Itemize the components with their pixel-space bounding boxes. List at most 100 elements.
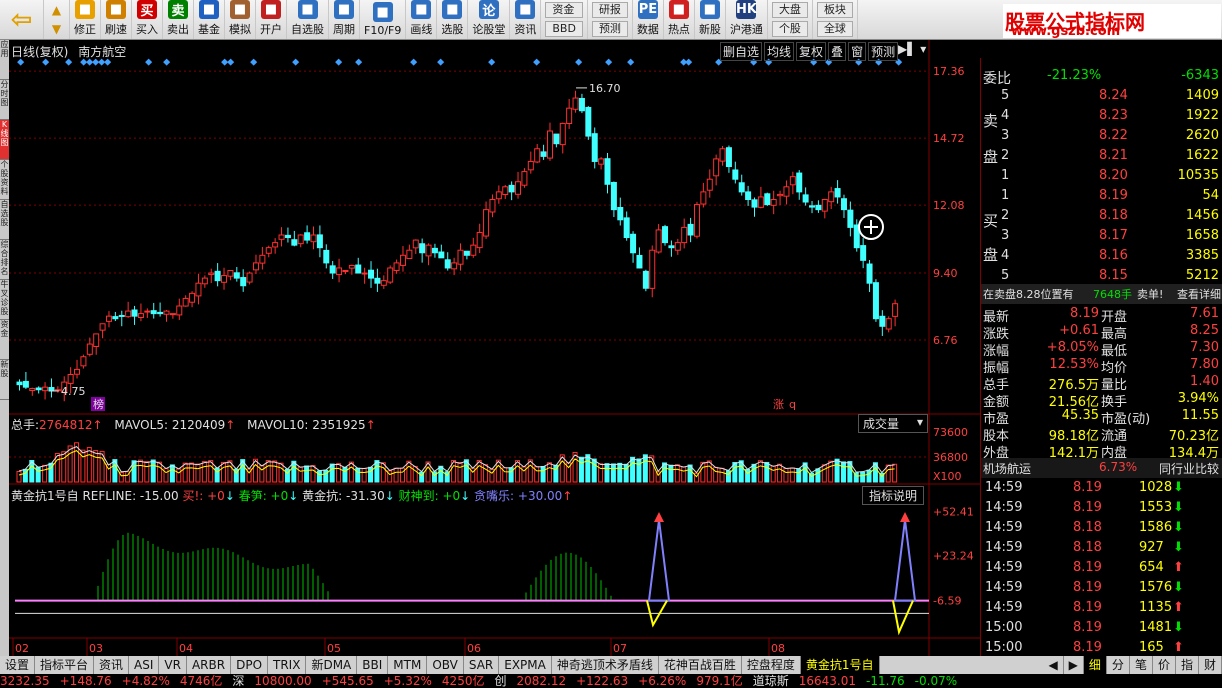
indicator-tab-4[interactable]: VR <box>159 656 187 674</box>
buy-button[interactable]: 买买入 <box>132 0 163 39</box>
bid-level: 5 <box>1001 268 1010 283</box>
newstock-button[interactable]: ■ 新股 <box>695 0 726 39</box>
chart-btn-2[interactable]: 复权 <box>796 42 827 61</box>
candle-body-87 <box>572 97 579 110</box>
scroll-left-icon[interactable]: ◀ <box>1043 656 1064 674</box>
back-button[interactable]: ⇦ <box>0 0 44 39</box>
volume-bar-29 <box>201 461 207 483</box>
chart-btn-0[interactable]: 删自选 <box>720 42 763 61</box>
left-tab-8[interactable]: 新股 <box>0 360 9 400</box>
sector-button[interactable]: 板块 <box>816 2 853 18</box>
status-item-17: -0.07% <box>914 674 958 688</box>
indicator-tab-13[interactable]: EXPMA <box>499 656 552 674</box>
indicator-tab-7[interactable]: TRIX <box>268 656 307 674</box>
volume-panel-select[interactable]: 成交量 ▾ <box>858 414 928 433</box>
report-button[interactable]: 研报 <box>591 2 628 18</box>
bbd-button[interactable]: BBD <box>545 21 583 37</box>
indicator-tab-6[interactable]: DPO <box>231 656 269 674</box>
select-button[interactable]: ■ 选股 <box>437 0 469 39</box>
indicator-tab-8[interactable]: 新DMA <box>306 656 358 674</box>
cycle-button[interactable]: ■ 周期 <box>329 0 360 39</box>
scroll-right-icon[interactable]: ▶ <box>1064 656 1084 674</box>
left-tab-0[interactable]: 应用 <box>0 40 9 80</box>
chart-btn-5[interactable]: 预测 <box>868 42 899 61</box>
indicator-refline: REFLINE: -15.00 <box>82 489 179 503</box>
indicator-tab-3[interactable]: ASI <box>129 656 160 674</box>
sector-compare-button[interactable]: 同行业比较 <box>1159 460 1219 477</box>
indicator-tab-2[interactable]: 资讯 <box>94 656 130 674</box>
candle-body-128 <box>834 188 841 198</box>
pen-button[interactable]: ■ 画线 <box>406 0 438 39</box>
indicator-tab-1[interactable]: 指标平台 <box>35 656 95 674</box>
sell-button[interactable]: 卖卖出 <box>163 0 194 39</box>
left-tab-1[interactable]: 分时图 <box>0 80 9 120</box>
indicator-tab-17[interactable]: 黄金抗1号自 <box>800 656 880 674</box>
indicator-tab-0[interactable]: 设置 <box>0 656 36 674</box>
candle-body-38 <box>259 254 266 264</box>
pen-button-label: 画线 <box>410 23 433 36</box>
hk-button[interactable]: HK 沪港通 <box>726 0 768 39</box>
hot-button[interactable]: ■ 热点 <box>664 0 695 39</box>
account-button[interactable]: ■ 开户 <box>256 0 287 39</box>
right-tab-2[interactable]: 笔 <box>1130 656 1153 674</box>
up-arrow-icon[interactable]: ▲ <box>44 0 69 20</box>
chart-expand-icon[interactable]: ▶▌ ▾ <box>898 42 926 56</box>
volume-bar-59 <box>393 467 399 483</box>
buy-icon: 买 <box>137 0 157 19</box>
chart-btn-3[interactable]: 叠 <box>828 42 847 61</box>
down-arrow-icon[interactable]: ▼ <box>44 20 69 40</box>
market-button[interactable]: 大盘 <box>771 2 808 18</box>
candle-body-83 <box>546 130 553 159</box>
right-tab-5[interactable]: 财 <box>1199 656 1222 674</box>
indicator-help-button[interactable]: 指标说明 <box>862 486 925 505</box>
indicator-tab-14[interactable]: 神奇逃顶术矛盾线 <box>552 656 659 674</box>
chart-btn-1[interactable]: 均线 <box>764 42 795 61</box>
volume-bar-103 <box>674 464 680 483</box>
chart-btn-4[interactable]: 窗 <box>848 42 867 61</box>
volume-ma5-line <box>18 446 895 474</box>
indicator-tab-16[interactable]: 控盘程度 <box>742 656 801 674</box>
left-tab-6[interactable]: 牛叉诊股 <box>0 280 9 320</box>
indicator-tab-9[interactable]: BBI <box>357 656 389 674</box>
indicator-tab-5[interactable]: ARBR <box>187 656 232 674</box>
sell-button-label: 卖出 <box>167 23 189 36</box>
f10-button[interactable]: ■ F10/F9 <box>360 0 407 39</box>
volume-bar-46 <box>310 465 316 483</box>
forum-button[interactable]: 论论股堂 <box>468 0 511 39</box>
ask-info-link[interactable]: 查看详细 <box>1177 286 1221 302</box>
candle-body-89 <box>585 106 592 137</box>
volume-label-0: 73600 <box>933 426 968 439</box>
volume-bar-4 <box>42 464 48 483</box>
clock-icon: ■ <box>106 0 126 19</box>
hammer-button[interactable]: ■ 模拟 <box>225 0 256 39</box>
global-button[interactable]: 全球 <box>816 21 853 37</box>
indicator-tab-12[interactable]: SAR <box>464 656 500 674</box>
volume-bar-53 <box>355 467 361 483</box>
indicator-tab-15[interactable]: 花神百战百胜 <box>659 656 742 674</box>
candle-body-92 <box>604 158 611 185</box>
fund-button[interactable]: ■ 基金 <box>194 0 225 39</box>
prev-next-stock[interactable]: ▲ ▼ <box>44 0 70 39</box>
forecast-button[interactable]: 预测 <box>591 21 628 37</box>
single-stock-button[interactable]: 个股 <box>771 21 808 37</box>
right-tab-0[interactable]: 细 <box>1083 656 1107 674</box>
edit-button[interactable]: ■ 修正 <box>70 0 101 39</box>
right-tab-1[interactable]: 分 <box>1107 656 1130 674</box>
right-tab-3[interactable]: 价 <box>1153 656 1176 674</box>
left-tab-2[interactable]: K线图 <box>0 120 9 160</box>
chart-canvas[interactable]: 17.36 14.72 12.08 9.40 6.76 16.70 4.75 榜 涨 q 73600… <box>9 40 980 656</box>
indicator-tab-10[interactable]: MTM <box>388 656 428 674</box>
star-button[interactable]: ■ 自选股 <box>287 0 329 39</box>
left-tab-7[interactable]: 资金 <box>0 320 9 360</box>
candle-body-129 <box>840 198 847 211</box>
indicator-tab-11[interactable]: OBV <box>427 656 464 674</box>
left-tab-4[interactable]: 自选股 <box>0 200 9 240</box>
news-button[interactable]: ■ 资讯 <box>510 0 542 39</box>
left-tab-3[interactable]: 个股资料 <box>0 160 9 200</box>
bid-volume: 1658 <box>1185 228 1219 243</box>
clock-button[interactable]: ■ 刷速 <box>101 0 132 39</box>
left-tab-5[interactable]: 综合排名 <box>0 240 9 280</box>
fund-button[interactable]: 资金 <box>545 2 583 18</box>
pe-button[interactable]: PE 数据 <box>633 0 664 39</box>
right-tab-4[interactable]: 指 <box>1176 656 1199 674</box>
